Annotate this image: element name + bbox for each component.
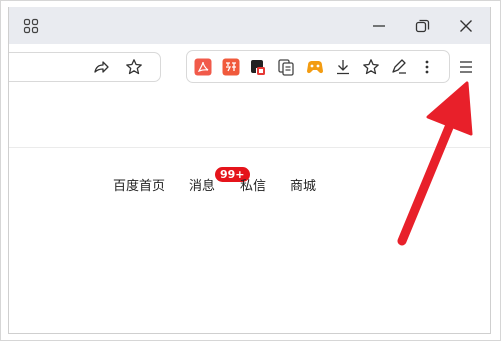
restore-icon[interactable] bbox=[407, 13, 437, 39]
close-icon[interactable] bbox=[451, 13, 481, 39]
page-divider bbox=[9, 147, 490, 148]
pdf-extension-icon[interactable] bbox=[193, 57, 213, 77]
address-bar[interactable] bbox=[9, 52, 161, 82]
extension-icon[interactable] bbox=[248, 57, 268, 77]
nav-link-mall[interactable]: 商城 bbox=[290, 175, 316, 194]
translate-extension-icon[interactable] bbox=[221, 57, 241, 77]
more-vertical-icon[interactable] bbox=[417, 57, 437, 77]
nav-link-private-messages[interactable]: 私信 bbox=[240, 175, 266, 194]
bookmark-star-icon[interactable] bbox=[124, 57, 144, 77]
game-extension-icon[interactable] bbox=[305, 57, 325, 77]
hamburger-menu-icon[interactable] bbox=[455, 56, 477, 78]
download-icon[interactable] bbox=[333, 57, 353, 77]
title-bar bbox=[9, 7, 490, 44]
apps-grid-icon[interactable] bbox=[23, 18, 39, 34]
share-icon[interactable] bbox=[91, 57, 111, 77]
browser-window: 百度首页 消息 99+ 私信 商城 bbox=[8, 7, 491, 334]
nav-link-home[interactable]: 百度首页 bbox=[113, 175, 165, 194]
favorites-star-icon[interactable] bbox=[361, 57, 381, 77]
sign-icon[interactable] bbox=[389, 57, 409, 77]
web-page: 百度首页 消息 99+ 私信 商城 bbox=[9, 90, 490, 333]
extension-icon[interactable] bbox=[276, 57, 296, 77]
minimize-icon[interactable] bbox=[364, 13, 394, 39]
extensions-bar bbox=[186, 50, 450, 83]
nav-link-messages[interactable]: 消息 bbox=[189, 175, 215, 194]
browser-toolbar bbox=[9, 44, 490, 91]
